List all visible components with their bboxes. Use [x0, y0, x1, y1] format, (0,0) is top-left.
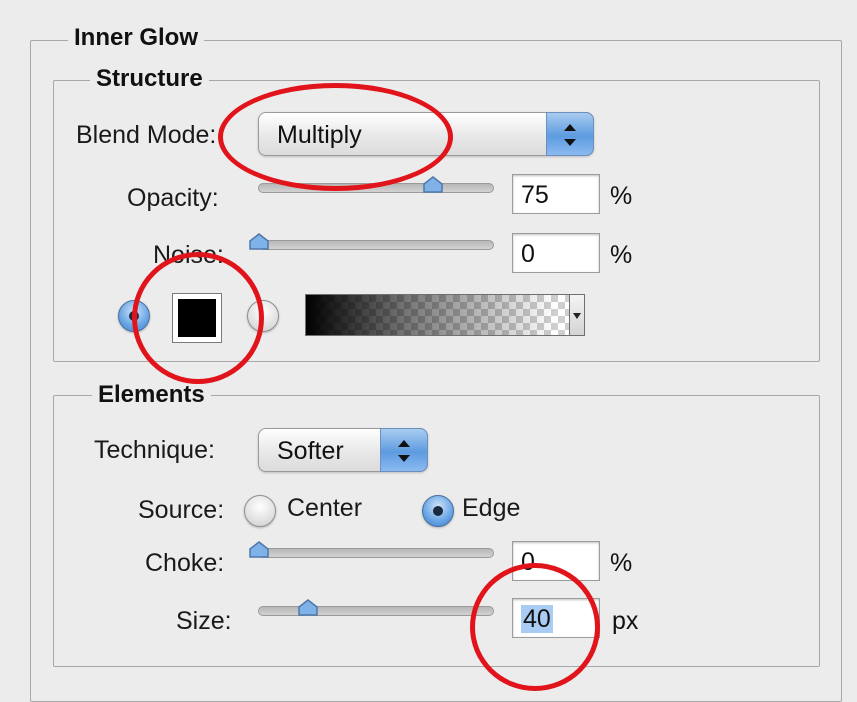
opacity-label: Opacity: [127, 184, 219, 212]
technique-select[interactable]: Softer [258, 428, 428, 472]
color-radio[interactable] [118, 300, 150, 332]
opacity-slider-track[interactable] [258, 183, 494, 193]
size-unit: px [612, 607, 639, 635]
choke-slider-thumb[interactable] [248, 541, 270, 559]
gradient-picker[interactable] [305, 294, 585, 336]
opacity-slider-thumb[interactable] [422, 176, 444, 194]
technique-label: Technique: [94, 436, 215, 464]
color-swatch[interactable] [172, 293, 222, 343]
source-center-radio[interactable] [244, 495, 276, 527]
source-center-label[interactable]: Center [287, 493, 362, 523]
elements-title: Elements [92, 381, 211, 409]
noise-slider-thumb[interactable] [248, 233, 270, 251]
blend-mode-label: Blend Mode: [76, 121, 217, 149]
gradient-radio[interactable] [247, 300, 279, 332]
choke-label: Choke: [145, 549, 225, 577]
gradient-dropdown-icon[interactable] [569, 295, 584, 335]
choke-input[interactable]: 0 [512, 541, 600, 581]
source-edge-label[interactable]: Edge [462, 493, 520, 523]
size-slider-track[interactable] [258, 606, 494, 616]
size-slider-thumb[interactable] [297, 599, 319, 617]
technique-value: Softer [277, 437, 344, 465]
blend-mode-value: Multiply [277, 121, 362, 149]
select-arrows-icon [380, 428, 428, 472]
choke-unit: % [610, 549, 633, 577]
size-label: Size: [176, 607, 232, 635]
noise-slider-track[interactable] [258, 240, 494, 250]
select-arrows-icon [546, 112, 594, 156]
inner-glow-title: Inner Glow [68, 24, 205, 52]
choke-slider-track[interactable] [258, 548, 494, 558]
source-label: Source: [138, 496, 225, 524]
noise-input[interactable]: 0 [512, 233, 600, 273]
blend-mode-select[interactable]: Multiply [258, 112, 594, 156]
structure-title: Structure [90, 65, 209, 93]
opacity-input[interactable]: 75 [512, 174, 600, 214]
source-edge-radio[interactable] [422, 495, 454, 527]
color-swatch-fill [178, 299, 216, 337]
size-input-value: 40 [521, 605, 553, 633]
noise-unit: % [610, 241, 633, 269]
opacity-unit: % [610, 182, 633, 210]
size-input[interactable]: 40 [512, 598, 600, 638]
noise-label: Noise: [153, 241, 224, 269]
